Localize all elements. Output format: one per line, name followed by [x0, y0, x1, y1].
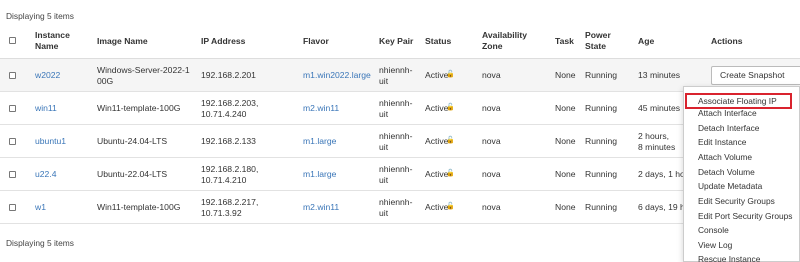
header-key-pair[interactable]: Key Pair: [379, 36, 413, 47]
ip-address: 192.168.2.201: [201, 70, 256, 80]
actions-dropdown-menu: Associate Floating IP Attach Interface D…: [683, 86, 800, 262]
instance-name-link[interactable]: ubuntu1: [35, 136, 66, 147]
task: None: [555, 103, 576, 113]
create-snapshot-button[interactable]: Create Snapshot: [711, 66, 800, 85]
table-header: Instance Name Image Name IP Address Flav…: [0, 24, 800, 59]
table-row: win11 Win11-template-100G 192.168.2.203,…: [0, 92, 800, 125]
image-name: Ubuntu-24.04-LTS: [97, 136, 168, 146]
ip-address: 192.168.2.203, 10.71.4.240: [201, 98, 259, 119]
menu-item-rescue-instance[interactable]: Rescue Instance: [684, 252, 800, 262]
menu-item-attach-volume[interactable]: Attach Volume: [684, 150, 800, 164]
menu-item-detach-interface[interactable]: Detach Interface: [684, 121, 800, 135]
header-power-state[interactable]: Power State: [585, 30, 611, 52]
lock-icon: 🔓: [446, 203, 455, 210]
header-age[interactable]: Age: [638, 36, 654, 47]
task: None: [555, 202, 576, 212]
key-pair: nhiennh- uit: [379, 131, 413, 152]
key-pair: nhiennh- uit: [379, 65, 413, 86]
header-instance-name[interactable]: Instance Name: [35, 30, 70, 52]
instance-name-link[interactable]: w2022: [35, 70, 60, 81]
flavor-link[interactable]: m2.win11: [303, 202, 339, 213]
flavor-link[interactable]: m1.large: [303, 136, 336, 147]
table-row: ubuntu1 Ubuntu-24.04-LTS 192.168.2.133 m…: [0, 125, 800, 158]
availability-zone: nova: [482, 202, 501, 212]
availability-zone: nova: [482, 169, 501, 179]
menu-item-detach-volume[interactable]: Detach Volume: [684, 165, 800, 179]
lock-icon: 🔓: [446, 104, 455, 111]
status: Active: [425, 103, 449, 113]
menu-item-update-metadata[interactable]: Update Metadata: [684, 179, 800, 193]
menu-item-edit-port-security-groups[interactable]: Edit Port Security Groups: [684, 209, 800, 223]
instance-name-link[interactable]: w1: [35, 202, 46, 213]
power-state: Running: [585, 136, 618, 146]
age: 6 days, 19 ho: [638, 202, 690, 212]
header-task[interactable]: Task: [555, 36, 574, 47]
image-name: Windows-Server-2022-1 00G: [97, 65, 190, 86]
menu-item-console[interactable]: Console: [684, 223, 800, 237]
power-state: Running: [585, 103, 618, 113]
row-checkbox[interactable]: [9, 204, 16, 211]
ip-address: 192.168.2.180, 10.71.4.210: [201, 164, 259, 185]
instance-name-link[interactable]: u22.4: [35, 169, 57, 180]
age: 13 minutes: [638, 70, 681, 80]
task: None: [555, 169, 576, 179]
power-state: Running: [585, 70, 618, 80]
task: None: [555, 136, 576, 146]
header-flavor[interactable]: Flavor: [303, 36, 329, 47]
lock-icon: 🔓: [446, 170, 455, 177]
instance-name-link[interactable]: win11: [35, 103, 57, 114]
displaying-count-bottom: Displaying 5 items: [6, 238, 74, 248]
lock-icon: 🔓: [446, 137, 455, 144]
key-pair: nhiennh- uit: [379, 164, 413, 185]
table-row: u22.4 Ubuntu-22.04-LTS 192.168.2.180, 10…: [0, 158, 800, 191]
flavor-link[interactable]: m1.win2022.large: [303, 70, 371, 81]
availability-zone: nova: [482, 103, 501, 113]
row-checkbox[interactable]: [9, 72, 16, 79]
displaying-count-top: Displaying 5 items: [6, 11, 74, 21]
ip-address: 192.168.2.133: [201, 136, 256, 146]
availability-zone: nova: [482, 136, 501, 146]
menu-item-edit-instance[interactable]: Edit Instance: [684, 135, 800, 149]
flavor-link[interactable]: m2.win11: [303, 103, 339, 114]
power-state: Running: [585, 202, 618, 212]
image-name: Ubuntu-22.04-LTS: [97, 169, 168, 179]
status: Active: [425, 70, 449, 80]
menu-item-edit-security-groups[interactable]: Edit Security Groups: [684, 194, 800, 208]
lock-icon: 🔓: [446, 71, 455, 78]
flavor-link[interactable]: m1.large: [303, 169, 336, 180]
header-status[interactable]: Status: [425, 36, 451, 47]
header-ip-address[interactable]: IP Address: [201, 36, 245, 47]
power-state: Running: [585, 169, 618, 179]
table-row: w1 Win11-template-100G 192.168.2.217, 10…: [0, 191, 800, 224]
key-pair: nhiennh- uit: [379, 98, 413, 119]
status: Active: [425, 136, 449, 146]
age: 2 hours, 8 minutes: [638, 131, 676, 152]
age: 45 minutes: [638, 103, 681, 113]
age: 2 days, 1 hou: [638, 169, 690, 179]
header-availability-zone[interactable]: Availability Zone: [482, 30, 527, 52]
table-row: w2022 Windows-Server-2022-1 00G 192.168.…: [0, 59, 800, 92]
status: Active: [425, 202, 449, 212]
key-pair: nhiennh- uit: [379, 197, 413, 218]
status: Active: [425, 169, 449, 179]
image-name: Win11-template-100G: [97, 103, 181, 113]
actions-button-group: Create Snapshot: [711, 66, 800, 85]
menu-item-view-log[interactable]: View Log: [684, 238, 800, 252]
header-image-name[interactable]: Image Name: [97, 36, 148, 47]
task: None: [555, 70, 576, 80]
ip-address: 192.168.2.217, 10.71.3.92: [201, 197, 259, 218]
availability-zone: nova: [482, 70, 501, 80]
row-checkbox[interactable]: [9, 171, 16, 178]
menu-item-attach-interface[interactable]: Attach Interface: [684, 106, 800, 120]
select-all-checkbox[interactable]: [9, 37, 16, 44]
row-checkbox[interactable]: [9, 138, 16, 145]
header-actions: Actions: [711, 36, 743, 46]
row-checkbox[interactable]: [9, 105, 16, 112]
image-name: Win11-template-100G: [97, 202, 181, 212]
